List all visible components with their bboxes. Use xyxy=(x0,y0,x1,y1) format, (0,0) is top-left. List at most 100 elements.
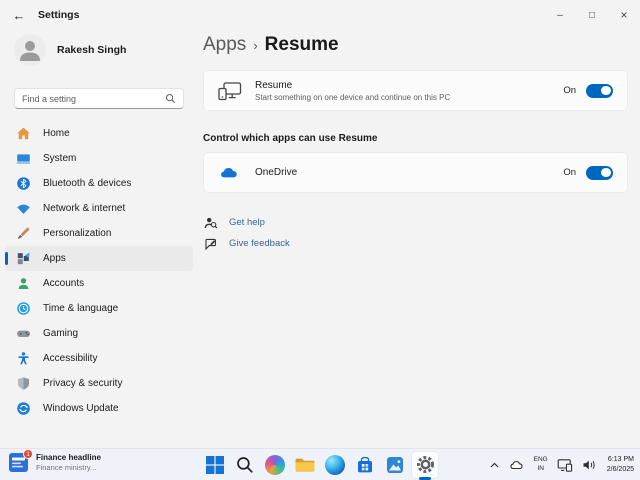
gaming-icon xyxy=(16,326,31,341)
chevron-up-icon xyxy=(489,460,500,470)
privacy-icon xyxy=(16,376,31,391)
search-placeholder: Find a setting xyxy=(22,94,165,104)
maximize-icon: □ xyxy=(589,10,595,21)
close-icon: × xyxy=(620,8,627,22)
sidebar-item-windows-update[interactable]: Windows Update xyxy=(5,396,193,421)
breadcrumb-apps-link[interactable]: Apps xyxy=(203,34,246,56)
onedrive-toggle[interactable] xyxy=(586,166,613,180)
sidebar-item-bluetooth-devices[interactable]: Bluetooth & devices xyxy=(5,171,193,196)
sidebar-item-apps[interactable]: Apps xyxy=(5,246,193,271)
language-indicator[interactable]: ENG IN xyxy=(534,456,548,474)
user-profile[interactable]: Rakesh Singh xyxy=(14,34,126,66)
main-content: Apps › Resume Resume Start something on … xyxy=(203,30,628,448)
edge-icon xyxy=(325,455,345,475)
sidebar-item-label: Network & internet xyxy=(43,203,125,214)
tray-overflow-button[interactable] xyxy=(489,460,500,470)
page-title: Resume xyxy=(265,34,339,56)
copilot-icon xyxy=(265,455,285,475)
toggle-knob xyxy=(601,168,611,178)
maximize-button[interactable]: □ xyxy=(576,0,608,30)
settings-taskbar-button[interactable] xyxy=(412,452,438,478)
microsoft-store-button[interactable] xyxy=(352,452,378,478)
toggle-knob xyxy=(601,86,611,96)
get-help-link[interactable]: Get help xyxy=(204,212,290,233)
tray-date: 2/6/2025 xyxy=(607,466,634,473)
give-feedback-label: Give feedback xyxy=(229,238,290,249)
photos-button[interactable] xyxy=(382,452,408,478)
sidebar-item-gaming[interactable]: Gaming xyxy=(5,321,193,346)
taskbar-search-button[interactable] xyxy=(232,452,258,478)
speaker-icon xyxy=(582,458,598,472)
cast-device-button[interactable] xyxy=(557,458,573,472)
notification-badge: 1 xyxy=(23,449,33,459)
give-feedback-link[interactable]: Give feedback xyxy=(204,233,290,254)
cloud-icon xyxy=(509,458,525,471)
widgets-button[interactable]: 1 Finance headline Finance ministry... xyxy=(9,453,101,473)
close-button[interactable]: × xyxy=(608,0,640,30)
sidebar-item-label: Accessibility xyxy=(43,353,97,364)
minimize-button[interactable]: – xyxy=(544,0,576,30)
taskbar-app-icons xyxy=(202,449,438,480)
sidebar-item-accounts[interactable]: Accounts xyxy=(5,271,193,296)
titlebar: ← Settings – □ × xyxy=(0,0,640,30)
start-button[interactable] xyxy=(202,452,228,478)
sidebar-item-label: System xyxy=(43,153,76,164)
get-help-label: Get help xyxy=(229,217,265,228)
sidebar-item-label: Bluetooth & devices xyxy=(43,178,131,189)
sidebar-item-network-internet[interactable]: Network & internet xyxy=(5,196,193,221)
photos-icon xyxy=(385,455,405,475)
back-button[interactable]: ← xyxy=(4,3,34,27)
resume-setting-title: Resume xyxy=(255,80,563,91)
edge-button[interactable] xyxy=(322,452,348,478)
sidebar-item-label: Accounts xyxy=(43,278,84,289)
windows-start-icon xyxy=(205,455,225,475)
breadcrumb: Apps › Resume xyxy=(203,34,339,56)
resume-toggle-area: On xyxy=(563,84,613,98)
onedrive-toggle-area: On xyxy=(563,166,613,180)
widget-subtitle: Finance ministry... xyxy=(36,463,101,472)
resume-setting-description: Start something on one device and contin… xyxy=(255,93,563,102)
minimize-icon: – xyxy=(557,10,563,21)
resume-toggle[interactable] xyxy=(586,84,613,98)
sidebar-item-label: Privacy & security xyxy=(43,378,122,389)
help-links: Get help Give feedback xyxy=(204,212,290,254)
file-explorer-icon xyxy=(294,456,316,474)
window-controls: – □ × xyxy=(544,0,640,30)
language-code: ENG xyxy=(534,456,548,463)
accounts-icon xyxy=(16,276,31,291)
resume-toggle-state-label: On xyxy=(563,85,576,96)
copilot-button[interactable] xyxy=(262,452,288,478)
sidebar-item-label: Windows Update xyxy=(43,403,119,414)
onedrive-setting-card: OneDrive On xyxy=(203,152,628,193)
sidebar-item-label: Gaming xyxy=(43,328,78,339)
onedrive-toggle-state-label: On xyxy=(563,167,576,178)
onedrive-setting-texts: OneDrive xyxy=(255,167,563,178)
get-help-icon xyxy=(204,216,218,230)
clock[interactable]: 6:13 PM 2/6/2025 xyxy=(607,455,634,475)
back-arrow-icon: ← xyxy=(13,8,26,23)
bluetooth-icon xyxy=(16,176,31,191)
sidebar-item-label: Apps xyxy=(43,253,66,264)
section-header: Control which apps can use Resume xyxy=(203,133,377,144)
search-input[interactable]: Find a setting xyxy=(14,88,184,109)
sidebar-item-system[interactable]: System xyxy=(5,146,193,171)
volume-button[interactable] xyxy=(582,458,598,472)
onedrive-setting-title: OneDrive xyxy=(255,167,563,178)
settings-window: ← Settings – □ × Rakesh Singh Find a set… xyxy=(0,0,640,448)
sidebar-item-personalization[interactable]: Personalization xyxy=(5,221,193,246)
sidebar-item-home[interactable]: Home xyxy=(5,121,193,146)
settings-gear-icon xyxy=(415,454,436,475)
file-explorer-button[interactable] xyxy=(292,452,318,478)
sidebar-nav: Home System Bluetooth & devices Network … xyxy=(5,121,193,421)
sidebar-item-time-language[interactable]: Time & language xyxy=(5,296,193,321)
search-icon xyxy=(235,455,255,475)
sidebar-item-label: Home xyxy=(43,128,70,139)
window-title: Settings xyxy=(38,9,79,21)
sidebar: Rakesh Singh Find a setting Home System … xyxy=(0,30,203,448)
sidebar-item-privacy-security[interactable]: Privacy & security xyxy=(5,371,193,396)
news-widget-icon: 1 xyxy=(9,453,28,472)
language-region: IN xyxy=(537,465,544,472)
monitor-phone-icon xyxy=(557,458,573,472)
sidebar-item-accessibility[interactable]: Accessibility xyxy=(5,346,193,371)
onedrive-tray-button[interactable] xyxy=(509,458,525,471)
